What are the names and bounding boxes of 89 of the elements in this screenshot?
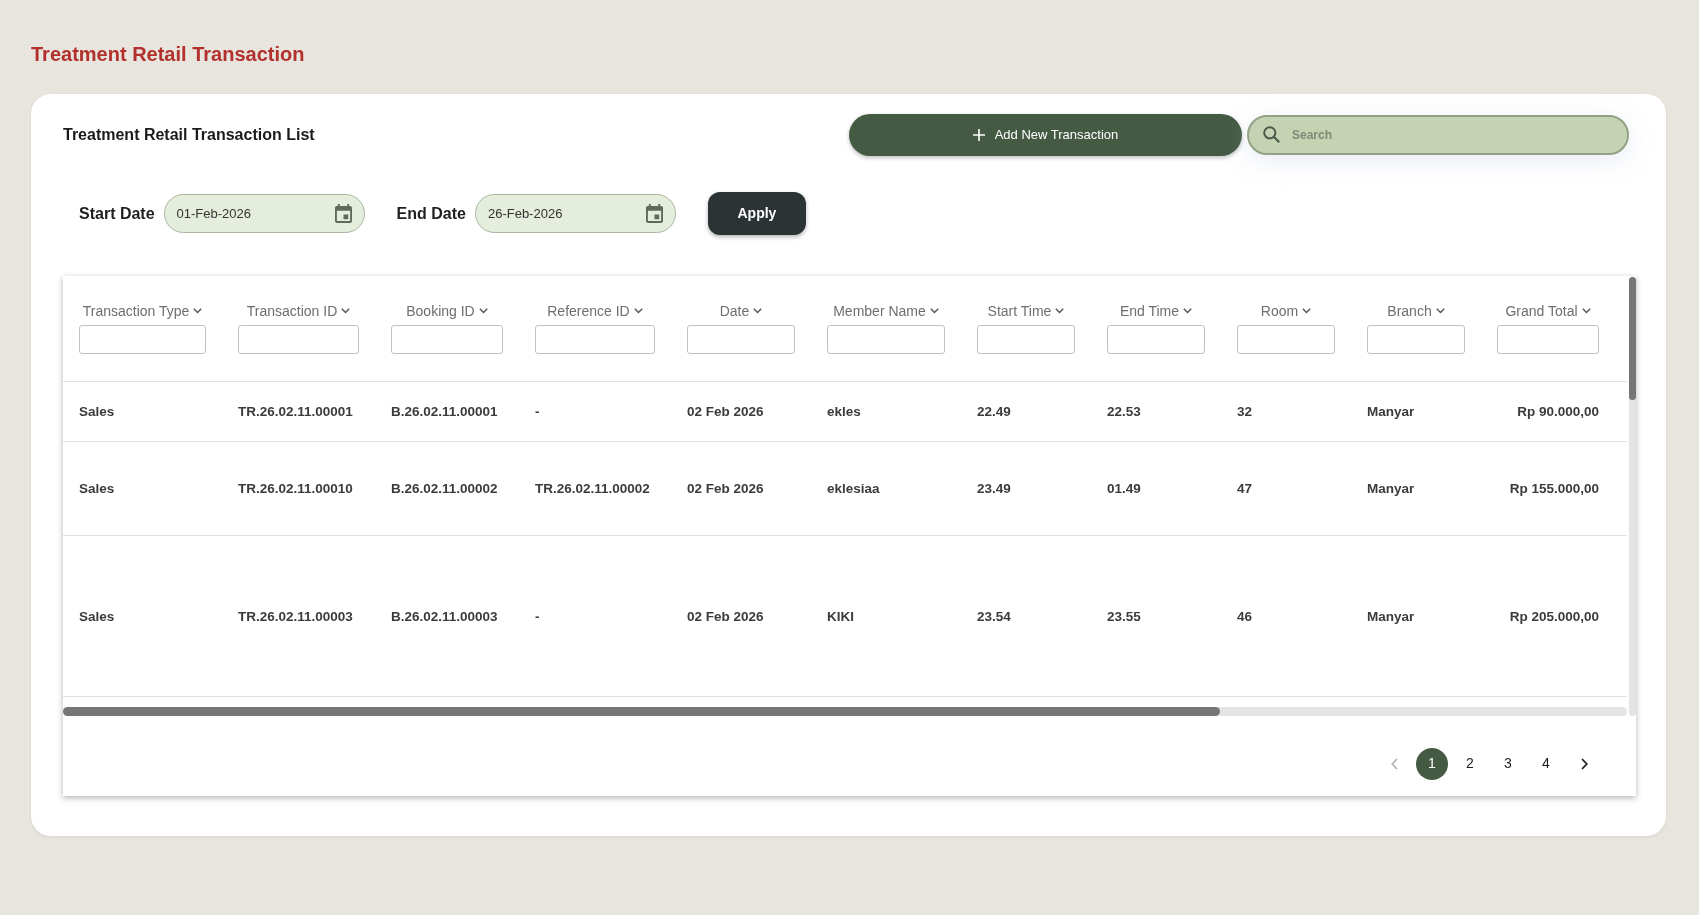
table-cell: 32 — [1237, 404, 1253, 419]
chevron-down-icon — [1183, 308, 1193, 315]
scrollbar-thumb[interactable] — [1629, 277, 1636, 400]
filter-input[interactable] — [1237, 325, 1335, 355]
chevron-down-icon — [1055, 308, 1065, 315]
page-button[interactable]: 2 — [1454, 747, 1486, 780]
table-cell: KIKI — [827, 608, 854, 624]
column-header[interactable]: Member Name — [833, 302, 939, 321]
add-transaction-button[interactable]: Add New Transaction — [849, 114, 1242, 156]
table-cell: Manyar — [1367, 404, 1415, 419]
chevron-down-icon — [193, 308, 203, 315]
column-header[interactable]: Transaction ID — [246, 302, 351, 321]
calendar-icon — [334, 204, 352, 223]
table-cell: TR.26.02.11.00003 — [238, 608, 353, 624]
chevron-down-icon — [1581, 308, 1591, 315]
chevron-down-icon — [1302, 308, 1312, 315]
chevron-down-icon — [341, 308, 351, 315]
table-cell: B.26.02.11.00003 — [391, 608, 498, 624]
table-cell: Sales — [79, 481, 115, 496]
filter-input[interactable] — [827, 325, 945, 355]
table-cell: Rp 90.000,00 — [1517, 404, 1599, 419]
search-field[interactable]: Search — [1247, 115, 1629, 155]
table-cell: Sales — [79, 404, 115, 419]
column-header[interactable]: End Time — [1119, 302, 1193, 321]
plus-icon — [972, 129, 985, 141]
table-cell: TR.26.02.11.00001 — [238, 404, 353, 419]
chevron-down-icon — [633, 308, 643, 315]
vertical-scrollbar[interactable] — [1629, 277, 1636, 716]
filter-input[interactable] — [391, 325, 503, 355]
filter-input[interactable] — [1367, 325, 1465, 355]
date-label: End Date — [396, 203, 466, 224]
table-cell: 02 Feb 2026 — [687, 481, 764, 496]
date-field[interactable]: 26-Feb-2026 — [474, 194, 676, 233]
table-cell: 22.53 — [1107, 404, 1141, 419]
chevron-left-icon — [1390, 757, 1398, 770]
page-button[interactable]: 1 — [1416, 747, 1448, 780]
filter-input[interactable] — [1107, 325, 1205, 355]
table-cell: 47 — [1237, 481, 1253, 496]
table-cell: 46 — [1237, 608, 1253, 624]
column-header[interactable]: Grand Total — [1505, 302, 1591, 321]
chevron-down-icon — [753, 308, 763, 315]
filter-input[interactable] — [238, 325, 359, 355]
table-cell: 01.49 — [1107, 481, 1141, 496]
table-cell: 02 Feb 2026 — [687, 608, 764, 624]
table-cell: B.26.02.11.00001 — [391, 404, 498, 419]
column-header[interactable]: Date — [719, 302, 763, 321]
table-cell: eklesiaa — [827, 481, 880, 496]
horizontal-scrollbar[interactable] — [63, 706, 1627, 716]
date-field[interactable]: 01-Feb-2026 — [163, 194, 365, 233]
table-cell: B.26.02.11.00002 — [391, 481, 498, 496]
card-title: Treatment Retail Transaction List — [63, 125, 315, 145]
chevron-down-icon — [929, 308, 939, 315]
table-cell: 23.49 — [977, 481, 1011, 496]
table-cell: TR.26.02.11.00010 — [238, 481, 353, 496]
table-cell: Rp 155.000,00 — [1509, 481, 1599, 496]
filter-input[interactable] — [79, 325, 206, 355]
page-button[interactable]: 4 — [1530, 747, 1562, 780]
page-button[interactable]: 3 — [1492, 747, 1524, 780]
column-header[interactable]: Room — [1260, 302, 1312, 321]
table-cell: 02 Feb 2026 — [687, 404, 764, 419]
column-header[interactable]: Start Time — [987, 302, 1065, 321]
search-icon — [1263, 126, 1280, 143]
table-cell: 23.54 — [977, 608, 1011, 624]
table-cell: Rp 205.000,00 — [1509, 608, 1599, 624]
date-label: Start Date — [79, 203, 155, 224]
table-cell: Manyar — [1367, 481, 1415, 496]
filter-input[interactable] — [687, 325, 795, 355]
filter-input[interactable] — [1497, 325, 1599, 355]
table-cell: 23.55 — [1107, 608, 1141, 624]
chevron-down-icon — [1435, 308, 1445, 315]
table-cell: ekles — [827, 404, 861, 419]
table-cell: TR.26.02.11.00002 — [535, 481, 650, 496]
table-cell: Sales — [79, 608, 115, 624]
table-cell: - — [535, 608, 540, 624]
filter-input[interactable] — [977, 325, 1075, 355]
filter-input[interactable] — [535, 325, 655, 355]
column-header[interactable]: Booking ID — [406, 302, 488, 321]
page-title: Treatment Retail Transaction — [31, 42, 305, 67]
chevron-right-icon — [1580, 757, 1588, 770]
table-cell: - — [535, 404, 540, 419]
table-cell: 22.49 — [977, 404, 1011, 419]
chevron-down-icon — [478, 308, 488, 315]
table-cell: Manyar — [1367, 608, 1415, 624]
calendar-icon — [645, 204, 663, 223]
column-header[interactable]: Branch — [1387, 302, 1445, 321]
column-header[interactable]: Transaction Type — [82, 302, 203, 321]
scrollbar-thumb[interactable] — [63, 706, 1221, 716]
column-header[interactable]: Reference ID — [547, 302, 643, 321]
apply-button[interactable]: Apply — [707, 192, 806, 235]
